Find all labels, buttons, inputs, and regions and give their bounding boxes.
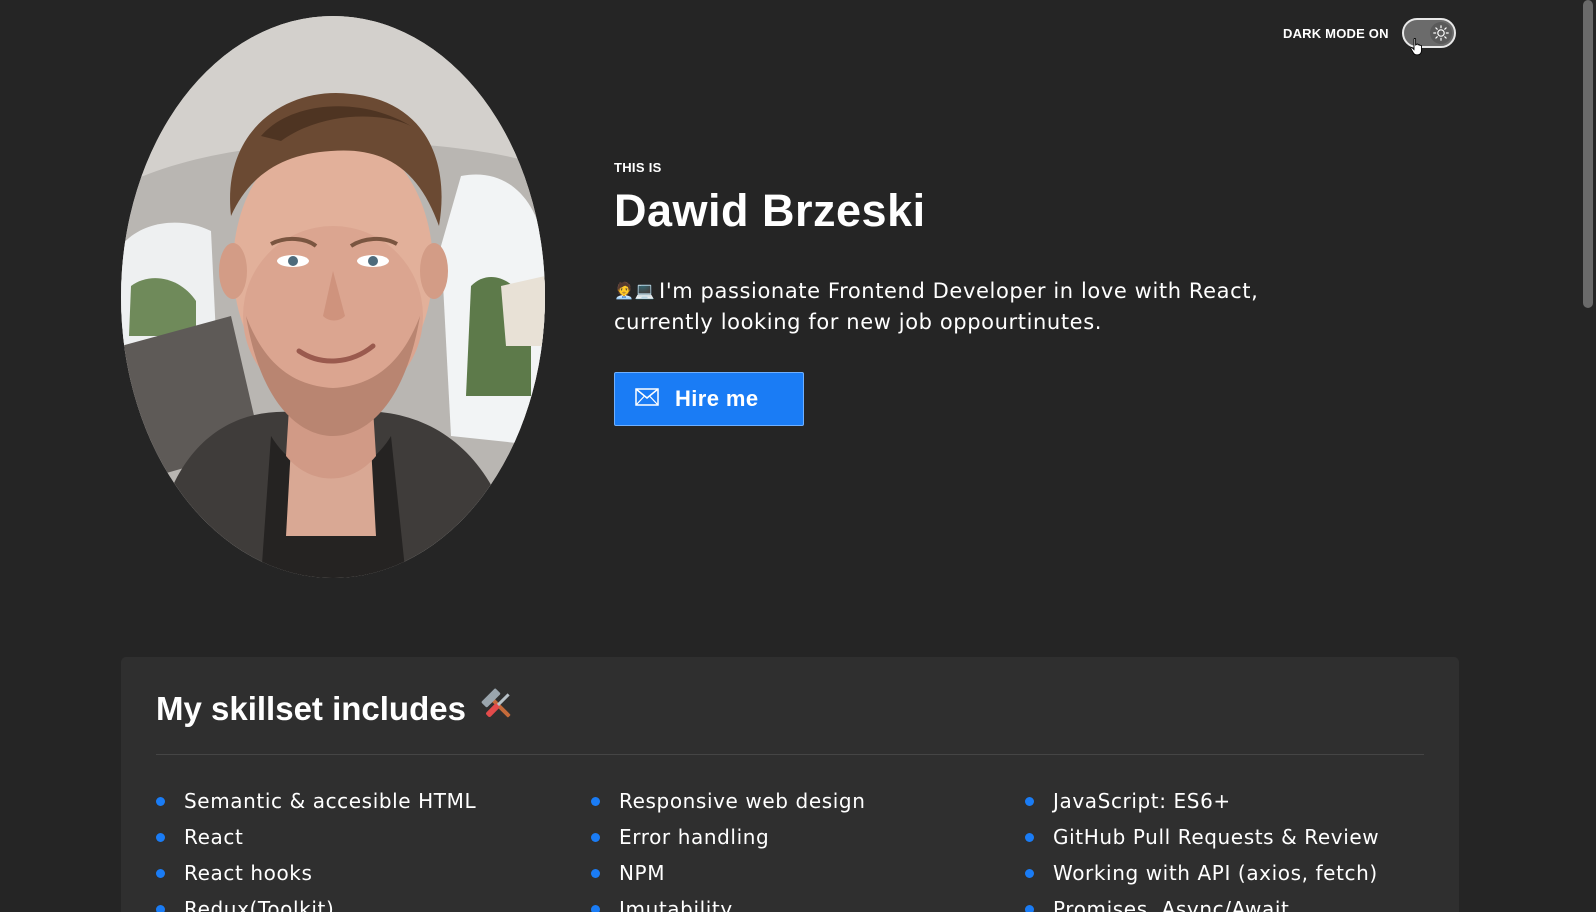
skill-item: React hooks (156, 855, 476, 891)
bullet-icon (591, 797, 600, 806)
tools-icon (480, 687, 516, 731)
skills-column-3: JavaScript: ES6+ GitHub Pull Requests & … (1025, 783, 1379, 912)
skills-title: My skillset includes (156, 687, 516, 731)
hero-name: Dawid Brzeski (614, 185, 926, 236)
skills-divider (156, 754, 1424, 755)
hand-cursor-icon (1410, 38, 1424, 60)
skill-item: JavaScript: ES6+ (1025, 783, 1379, 819)
skill-item: Redux(Toolkit) (156, 891, 476, 912)
skill-label: Working with API (axios, fetch) (1053, 861, 1378, 885)
bullet-icon (591, 869, 600, 878)
hire-me-label: Hire me (675, 386, 759, 411)
skill-label: React (184, 825, 244, 849)
hire-me-button[interactable]: Hire me (614, 372, 804, 426)
skill-label: Semantic & accesible HTML (184, 789, 477, 813)
bullet-icon (1025, 905, 1034, 912)
hero-bio: 🧑‍💼💻 I'm passionate Frontend Developer in… (614, 275, 1304, 338)
skill-item: NPM (591, 855, 865, 891)
skill-label: Error handling (619, 825, 770, 849)
bullet-icon (156, 797, 165, 806)
skill-label: Promises, Async/Await (1053, 897, 1290, 912)
skill-item: Responsive web design (591, 783, 865, 819)
skills-column-2: Responsive web design Error handling NPM… (591, 783, 865, 912)
page-scrollbar[interactable] (1580, 0, 1596, 912)
dark-mode-label: DARK MODE ON (1283, 25, 1389, 41)
skill-label: Responsive web design (619, 789, 866, 813)
profile-photo (121, 16, 545, 578)
bullet-icon (591, 905, 600, 912)
skill-label: Redux(Toolkit) (184, 897, 335, 912)
skill-item: GitHub Pull Requests & Review (1025, 819, 1379, 855)
developer-emoji-icon: 🧑‍💼💻 (614, 281, 656, 300)
skills-card: My skillset includes Semantic & accesibl… (121, 657, 1459, 912)
skill-item: Semantic & accesible HTML (156, 783, 476, 819)
hero-section: THIS IS Dawid Brzeski 🧑‍💼💻 I'm passionate… (614, 160, 1334, 426)
skill-label: GitHub Pull Requests & Review (1053, 825, 1380, 849)
skill-item: Error handling (591, 819, 865, 855)
skill-label: React hooks (184, 861, 313, 885)
skill-item: Promises, Async/Await (1025, 891, 1379, 912)
bullet-icon (156, 905, 165, 912)
sun-icon (1429, 22, 1452, 44)
hero-eyebrow: THIS IS (614, 160, 662, 175)
skill-label: NPM (619, 861, 666, 885)
bullet-icon (156, 869, 165, 878)
skill-label: JavaScript: ES6+ (1053, 789, 1231, 813)
bullet-icon (591, 833, 600, 842)
skill-item: React (156, 819, 476, 855)
skill-label: Imutability (619, 897, 733, 912)
bullet-icon (1025, 797, 1034, 806)
bullet-icon (156, 833, 165, 842)
portfolio-page: DARK MODE ON (0, 0, 1596, 912)
skill-item: Imutability (591, 891, 865, 912)
skill-item: Working with API (axios, fetch) (1025, 855, 1379, 891)
skills-title-text: My skillset includes (156, 690, 466, 727)
hero-bio-text: I'm passionate Frontend Developer in lov… (614, 279, 1259, 334)
dark-mode-toggle: DARK MODE ON (1283, 18, 1456, 48)
bullet-icon (1025, 869, 1034, 878)
bullet-icon (1025, 833, 1034, 842)
scrollbar-thumb[interactable] (1583, 0, 1593, 308)
envelope-icon (635, 388, 659, 410)
skills-column-1: Semantic & accesible HTML React React ho… (156, 783, 476, 912)
